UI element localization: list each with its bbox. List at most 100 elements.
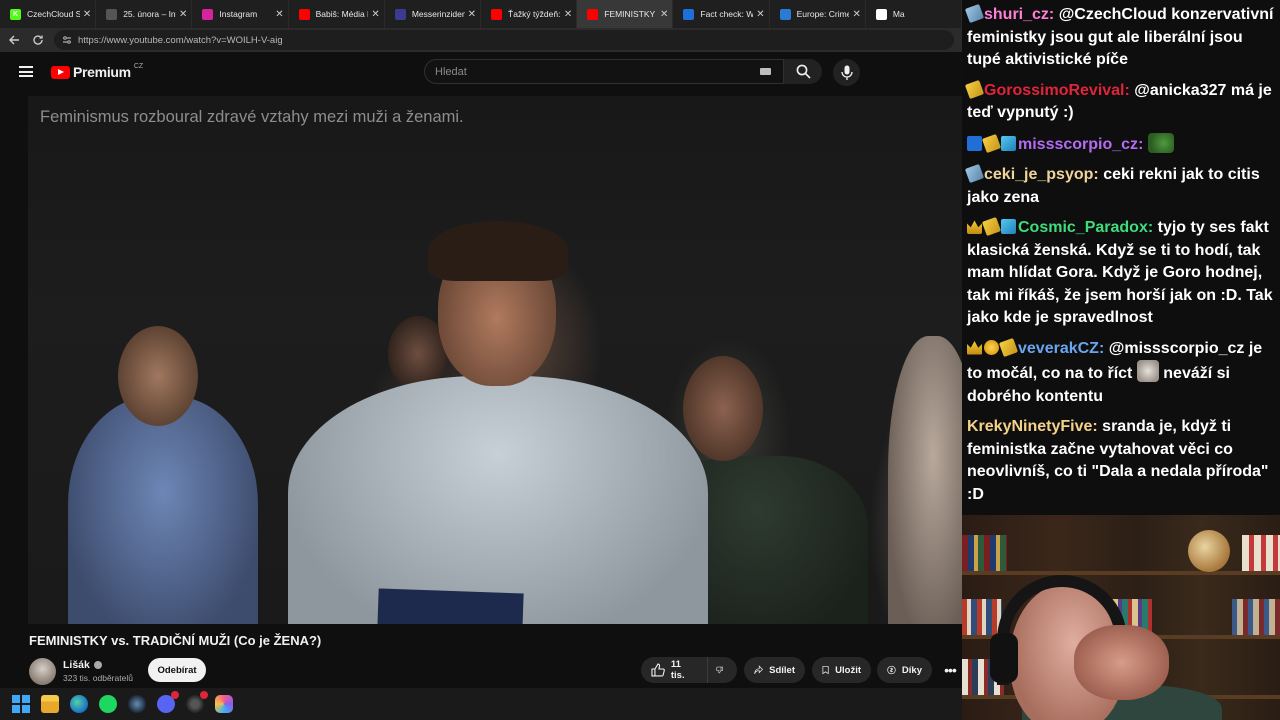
tab-favicon-icon	[202, 8, 214, 20]
chat-username[interactable]: KrekyNinetyFive	[967, 418, 1092, 435]
browser-tab[interactable]: FEMINISTKY vs. TR✕	[577, 0, 674, 28]
url-field[interactable]: https://www.youtube.com/watch?v=WOILH-V-…	[54, 30, 954, 50]
chat-username[interactable]: veverakCZ	[1018, 340, 1099, 357]
tab-close-icon[interactable]: ✕	[852, 9, 860, 20]
video-player[interactable]: Feminismus rozboural zdravé vztahy mezi …	[28, 96, 962, 624]
video-frame-person	[118, 326, 198, 426]
crown-badge-icon	[967, 341, 982, 355]
tab-favicon-icon	[875, 8, 887, 20]
tab-label: Instagram	[219, 9, 258, 19]
spotify-icon[interactable]	[99, 695, 117, 713]
share-icon	[754, 665, 763, 675]
like-count: 11 tis.	[670, 659, 685, 681]
screen: KCzechCloud Stream✕25. února – Interv✕In…	[0, 0, 1280, 720]
headphone-earcup	[990, 633, 1018, 683]
reload-icon[interactable]	[28, 30, 48, 50]
save-button[interactable]: Uložit	[812, 657, 871, 683]
browser-tab[interactable]: K CzechCloud Stream✕	[0, 0, 97, 28]
books	[1232, 599, 1280, 635]
channel-info: Lišák 323 tis. odběratelů	[29, 656, 133, 686]
tab-close-icon[interactable]: ✕	[179, 9, 187, 20]
share-button[interactable]: Sdílet	[744, 657, 805, 683]
browser-tab[interactable]: Fact check: Which✕	[673, 0, 770, 28]
tab-close-icon[interactable]: ✕	[371, 9, 379, 20]
tab-close-icon[interactable]: ✕	[83, 9, 91, 20]
tab-favicon-icon: K	[10, 8, 21, 20]
browser-tab[interactable]: Ťažký týždeň: Slov✕	[481, 0, 578, 28]
tab-close-icon[interactable]: ✕	[564, 9, 572, 20]
video-frame-speaker-hair	[428, 221, 568, 281]
windows-start-icon[interactable]	[12, 695, 30, 713]
voice-search-button[interactable]	[833, 59, 860, 86]
channel-name[interactable]: Lišák	[63, 659, 90, 671]
pick-badge-icon	[964, 79, 985, 99]
tab-label: Messerinzidenz	[411, 9, 465, 19]
obs-icon[interactable]	[186, 691, 208, 713]
tab-label: Ťažký týždeň: Slov	[508, 9, 561, 19]
notification-badge	[200, 691, 208, 699]
tab-favicon-icon	[394, 8, 406, 20]
browser-tab[interactable]: Babiš: Média lžou,✕	[289, 0, 385, 28]
tab-close-icon[interactable]: ✕	[468, 9, 476, 20]
search-button[interactable]	[784, 59, 822, 84]
edge-icon[interactable]	[70, 695, 88, 713]
discord-icon[interactable]	[157, 691, 179, 713]
browser-tab[interactable]: Ma	[866, 0, 963, 28]
url-text: https://www.youtube.com/watch?v=WOILH-V-…	[78, 34, 283, 46]
site-info-icon[interactable]	[62, 35, 72, 45]
subscribe-button[interactable]: Odebírat	[148, 658, 206, 682]
tab-close-icon[interactable]: ✕	[275, 9, 283, 20]
save-label: Uložit	[835, 664, 861, 676]
channel-avatar[interactable]	[29, 657, 56, 685]
browser-tab-strip: KCzechCloud Stream✕25. února – Interv✕In…	[0, 0, 963, 28]
arrow-badge-icon	[967, 135, 982, 151]
chat-separator: :	[1092, 418, 1103, 435]
chat-username[interactable]: missscorpio_cz	[1018, 136, 1138, 153]
channel-name-row[interactable]: Lišák	[63, 659, 133, 671]
logo-text: Premium	[73, 64, 131, 80]
browser-tab[interactable]: Europe: Crime Ind✕	[770, 0, 866, 28]
more-actions-icon[interactable]: •••	[938, 657, 962, 683]
chat-username[interactable]: GorossimoRevival	[984, 82, 1125, 99]
tab-close-icon[interactable]: ✕	[756, 9, 764, 20]
youtube-premium-logo[interactable]: Premium CZ	[51, 63, 143, 80]
chat-username[interactable]: ceki_je_psyop	[984, 166, 1093, 183]
verified-icon	[93, 661, 102, 669]
steam-icon[interactable]	[128, 695, 146, 713]
back-arrow-icon[interactable]	[4, 30, 24, 50]
dislike-button[interactable]	[707, 657, 737, 683]
tab-favicon-icon	[683, 8, 695, 20]
pickblue-badge-icon	[964, 3, 985, 24]
video-frame-person	[683, 356, 763, 461]
bookmark-icon	[822, 666, 829, 675]
like-button[interactable]: 11 tis.	[641, 657, 707, 683]
thanks-label: Díky	[901, 664, 922, 676]
browser-tab[interactable]: Instagram ✕	[192, 0, 289, 28]
browser-tab[interactable]: 25. února – Interv✕	[96, 0, 193, 28]
chat-separator: :	[1048, 6, 1059, 23]
tab-label: CzechCloud Stream	[27, 9, 80, 19]
thumbs-down-icon	[716, 666, 723, 674]
video-frame-person	[888, 336, 962, 624]
search-input[interactable]: Hledat	[424, 59, 784, 84]
search-icon	[796, 64, 811, 79]
tab-label: 25. února – Interv	[123, 9, 176, 19]
chat-separator: :	[1098, 339, 1109, 357]
video-frame-person	[68, 396, 258, 624]
hamburger-menu-icon[interactable]	[19, 66, 33, 77]
file-explorer-icon[interactable]	[41, 695, 59, 713]
keyboard-icon[interactable]	[760, 68, 771, 75]
cube-badge-icon	[1001, 135, 1016, 151]
thanks-button[interactable]: Díky	[877, 657, 932, 683]
chat-message: Cosmic_Paradox: tyjo ty ses fakt klasick…	[967, 216, 1274, 330]
thanks-icon	[887, 665, 896, 675]
chat-message: ceki_je_psyop: ceki rekni jak to citis j…	[964, 163, 1274, 209]
tab-close-icon[interactable]: ✕	[660, 9, 668, 20]
copilot-icon[interactable]	[215, 695, 233, 713]
books	[1242, 535, 1280, 571]
subscriber-count: 323 tis. odběratelů	[63, 673, 133, 683]
globe	[1188, 530, 1230, 572]
chat-username[interactable]: shuri_cz	[984, 6, 1049, 23]
browser-tab[interactable]: Messerinzidenz✕	[385, 0, 482, 28]
chat-username[interactable]: Cosmic_Paradox	[1018, 219, 1148, 236]
